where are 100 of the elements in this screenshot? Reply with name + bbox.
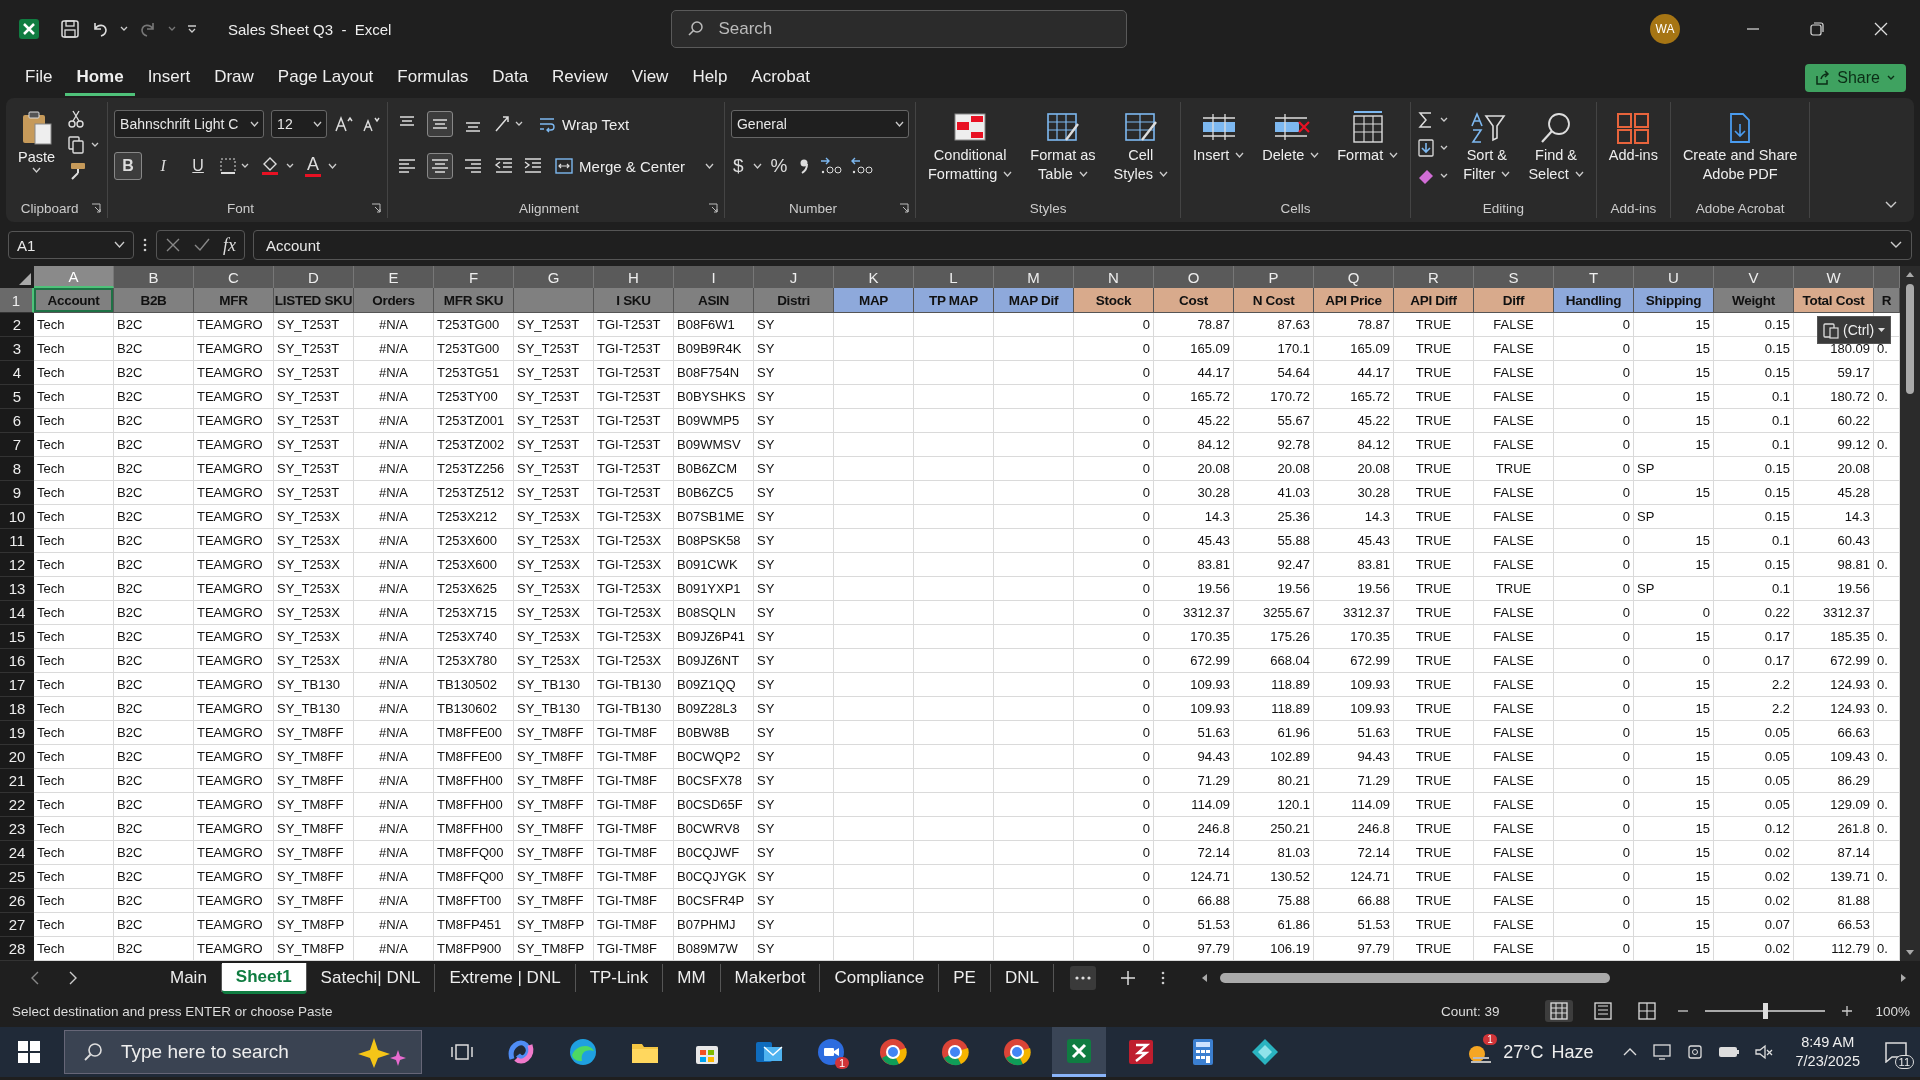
- sheet-tab[interactable]: Extreme | DNL: [435, 964, 576, 992]
- shrink-font-icon[interactable]: [361, 115, 382, 133]
- middle-align-icon[interactable]: [427, 111, 454, 137]
- caret-icon[interactable]: [328, 162, 338, 170]
- sheet-tab[interactable]: Compliance: [820, 964, 940, 992]
- row-number[interactable]: 26: [0, 889, 34, 913]
- row-number[interactable]: 6: [0, 409, 34, 433]
- add-sheet-icon[interactable]: [1119, 970, 1136, 986]
- scroll-up-icon[interactable]: [1905, 270, 1915, 278]
- row-number[interactable]: 20: [0, 745, 34, 769]
- merge-center-button[interactable]: Merge & Center: [551, 155, 718, 177]
- scrollbar-thumb[interactable]: [1906, 284, 1914, 394]
- row-number[interactable]: 11: [0, 529, 34, 553]
- more-sheets-icon[interactable]: [1069, 966, 1096, 990]
- sheet-tab[interactable]: TP-Link: [575, 964, 664, 992]
- sheet-tab[interactable]: PE: [939, 964, 991, 992]
- clock-date[interactable]: 7/23/2025: [1795, 1052, 1860, 1071]
- row-number[interactable]: 19: [0, 721, 34, 745]
- row-number[interactable]: 9: [0, 481, 34, 505]
- insert-function-button[interactable]: fx: [223, 234, 236, 256]
- caret-icon[interactable]: [752, 162, 762, 170]
- start-icon[interactable]: [18, 1041, 40, 1063]
- monitor-icon[interactable]: [1652, 1043, 1673, 1061]
- weather-condition[interactable]: Haze: [1551, 1041, 1594, 1063]
- font-size-field[interactable]: 12: [271, 110, 328, 138]
- browser-icon[interactable]: [940, 1037, 970, 1067]
- temperature[interactable]: 27°C: [1503, 1041, 1544, 1063]
- menu-tab[interactable]: Data: [481, 60, 540, 96]
- more-icon[interactable]: [1159, 970, 1166, 986]
- sheet-tab[interactable]: Makerbot: [720, 964, 821, 992]
- clock-time[interactable]: 8:49 AM: [1801, 1033, 1855, 1052]
- select-all-icon[interactable]: [18, 272, 32, 286]
- cut-icon[interactable]: [67, 110, 86, 128]
- row-number[interactable]: 14: [0, 601, 34, 625]
- dialog-launcher-icon[interactable]: [371, 203, 382, 213]
- row-number[interactable]: 15: [0, 625, 34, 649]
- collapse-ribbon-icon[interactable]: [1884, 200, 1898, 210]
- row-number[interactable]: 21: [0, 769, 34, 793]
- menu-tab[interactable]: Formulas: [386, 60, 480, 96]
- menu-tab[interactable]: Insert: [136, 60, 202, 96]
- row-number[interactable]: 5: [0, 385, 34, 409]
- row-number[interactable]: 27: [0, 913, 34, 937]
- number-format-field[interactable]: General: [731, 110, 909, 138]
- row-number[interactable]: 7: [0, 433, 34, 457]
- dialog-launcher-icon[interactable]: [899, 203, 909, 213]
- menu-tab[interactable]: File: [14, 60, 64, 96]
- zoom-level[interactable]: 100%: [1875, 1003, 1910, 1019]
- underline-button[interactable]: U: [184, 152, 213, 180]
- add-ins-button[interactable]: Add-ins: [1602, 108, 1664, 167]
- diamond-icon[interactable]: [1250, 1037, 1280, 1067]
- cancel-icon[interactable]: [165, 237, 181, 253]
- browser-icon[interactable]: [1002, 1037, 1032, 1067]
- row-number[interactable]: 4: [0, 361, 34, 385]
- row-number[interactable]: 22: [0, 793, 34, 817]
- zoom-slider-thumb[interactable]: [1763, 1003, 1769, 1019]
- caret-icon[interactable]: [120, 25, 128, 33]
- wave-icon[interactable]: [568, 1037, 598, 1067]
- row-number[interactable]: 3: [0, 337, 34, 361]
- next-sheet-icon[interactable]: [68, 971, 78, 985]
- percent-button[interactable]: %: [768, 155, 790, 177]
- close-icon[interactable]: [1874, 22, 1888, 36]
- row-number[interactable]: 12: [0, 553, 34, 577]
- vertical-scrollbar[interactable]: [1900, 266, 1920, 961]
- zoom-in-icon[interactable]: [1841, 1005, 1854, 1017]
- row-number[interactable]: 18: [0, 697, 34, 721]
- dialog-launcher-icon[interactable]: [91, 203, 102, 213]
- sort-filter-button[interactable]: Sort & Filter: [1457, 108, 1517, 186]
- currency-button[interactable]: $: [731, 155, 746, 177]
- restore-icon[interactable]: [1810, 22, 1824, 36]
- row-number[interactable]: 2: [0, 313, 34, 337]
- volume-muted-icon[interactable]: [1754, 1043, 1775, 1061]
- scroll-right-icon[interactable]: [1900, 973, 1908, 983]
- increase-decimal-icon[interactable]: [819, 155, 844, 177]
- paste-button[interactable]: Paste: [12, 108, 62, 176]
- share-button[interactable]: Share: [1805, 64, 1906, 92]
- dialog-launcher-icon[interactable]: [708, 203, 718, 213]
- grow-font-icon[interactable]: [334, 115, 355, 133]
- video-call-icon[interactable]: [816, 1037, 846, 1067]
- row-number[interactable]: 13: [0, 577, 34, 601]
- scrollbar-thumb[interactable]: [1219, 973, 1610, 983]
- align-center-icon[interactable]: [427, 153, 454, 179]
- menu-tab[interactable]: Acrobat: [740, 60, 821, 96]
- customize-icon[interactable]: [186, 23, 198, 35]
- row-number[interactable]: 16: [0, 649, 34, 673]
- cell-styles-button[interactable]: Cell Styles: [1107, 108, 1175, 186]
- scroll-down-icon[interactable]: [1905, 949, 1915, 957]
- menu-tab[interactable]: Review: [541, 60, 619, 96]
- delete-cells-button[interactable]: Delete: [1256, 108, 1326, 167]
- more-icon[interactable]: [142, 236, 148, 254]
- format-cells-button[interactable]: Format: [1331, 108, 1405, 167]
- camera-icon[interactable]: [1686, 1043, 1705, 1061]
- sheet-tab[interactable]: Main: [156, 964, 222, 992]
- format-as-table-button[interactable]: Format as Table: [1024, 108, 1102, 186]
- row-number[interactable]: 28: [0, 937, 34, 961]
- row-number[interactable]: 10: [0, 505, 34, 529]
- menu-tab[interactable]: View: [620, 60, 680, 96]
- row-number[interactable]: 23: [0, 817, 34, 841]
- decrease-decimal-icon[interactable]: [850, 155, 875, 177]
- sheet-tab[interactable]: DNL: [990, 964, 1054, 992]
- previous-sheet-icon[interactable]: [30, 971, 40, 985]
